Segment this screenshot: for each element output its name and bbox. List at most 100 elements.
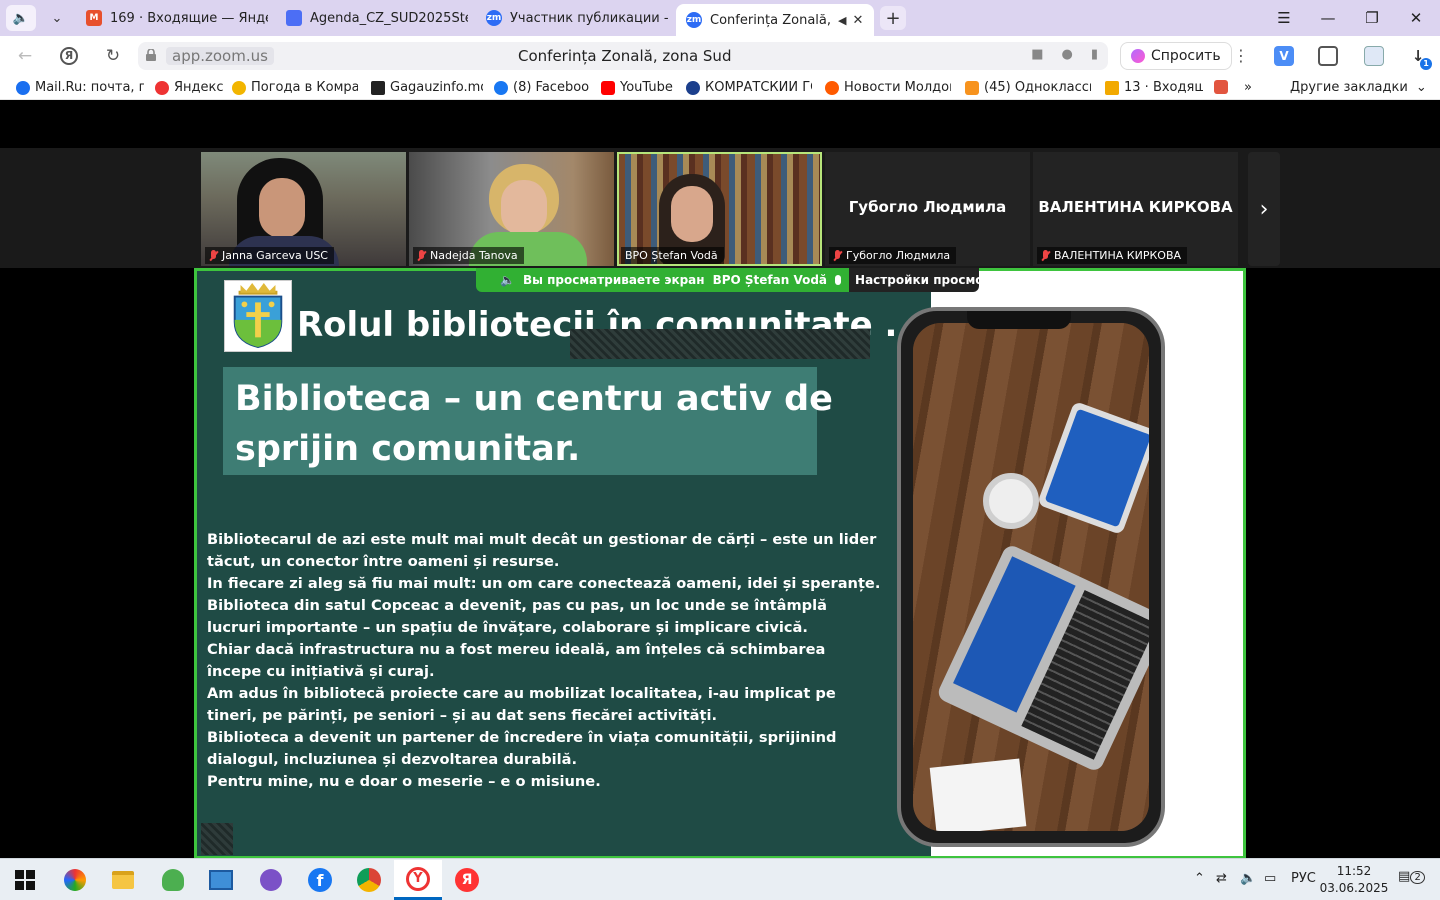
body-line: In fiecare zi aleg să fiu mai mult: un o… (207, 575, 881, 592)
zoom-icon: zm (486, 10, 502, 26)
volume-icon[interactable]: 🔈 (1240, 871, 1256, 886)
viber-app[interactable] (256, 865, 286, 895)
bookmark-gagauzinfo[interactable]: Gagauzinfo.md (371, 80, 483, 95)
bookmark-inbox[interactable]: 13 · Входящие (1105, 80, 1203, 95)
extension-v-icon[interactable]: V (1274, 46, 1294, 66)
participant-name: Губогло Людмила (846, 249, 951, 262)
participant-tile[interactable]: Nadejda Tanova (409, 152, 614, 266)
windows-start-icon (15, 870, 35, 890)
participant-name: ВАЛЕНТИНА КИРКОВА (1054, 249, 1182, 262)
ask-alice-button[interactable]: Спросить (1120, 42, 1232, 70)
participant-tile[interactable]: ВАЛЕНТИНА КИРКОВА ВАЛЕНТИНА КИРКОВА (1033, 152, 1238, 266)
close-icon: ✕ (1409, 9, 1423, 27)
new-tab-button[interactable]: + (880, 6, 906, 30)
body-line: tăcut, un conector între oameni și resur… (207, 553, 560, 570)
url-icons: ■ ● ▮ (1031, 47, 1098, 62)
bookmark-yandex[interactable]: Яндекс (155, 80, 225, 95)
slide-subtitle-box: Biblioteca – un centru activ de sprijin … (223, 367, 833, 475)
bookmark-label: (8) Facebook (513, 80, 590, 95)
bookmark-news-moldova[interactable]: Новости Молдовы (825, 80, 951, 95)
mic-icon (835, 275, 842, 285)
browser-tab-1[interactable]: M 169 · Входящие — Яндекс (76, 4, 268, 32)
yandex-browser-app[interactable]: Y (394, 860, 442, 900)
restore-button[interactable]: ❐ (1354, 6, 1390, 30)
presenter-name: BPO Ștefan Vodă (712, 273, 828, 287)
bookmark-weather[interactable]: Погода в Комрате (232, 80, 358, 95)
tabs-dropdown-button[interactable]: ⌄ (42, 5, 72, 31)
app-icon (1214, 80, 1228, 94)
more-menu-icon[interactable]: ⋮ (1233, 46, 1249, 65)
yandex-home-button[interactable]: Я (56, 44, 82, 68)
participant-name-tag: Nadejda Tanova (413, 247, 524, 264)
other-bookmarks-button[interactable]: Другие закладки ⌄ (1290, 80, 1427, 95)
chrome-app[interactable] (354, 865, 384, 895)
camera-icon[interactable]: ■ (1031, 47, 1043, 62)
graduation-cap-icon (686, 80, 700, 95)
bookmark-mailru[interactable]: Mail.Ru: почта, по (16, 80, 144, 95)
coffee-cup-image (983, 473, 1039, 529)
bookmark-label: Погода в Комрате (251, 80, 358, 95)
extension-v-label: V (1279, 49, 1289, 63)
bookmark-label: Gagauzinfo.md (390, 80, 483, 95)
bookmark-facebook[interactable]: (8) Facebook (494, 80, 590, 95)
share-viewing-text: Вы просматриваете экран (522, 273, 705, 287)
paint-app[interactable] (60, 865, 90, 895)
collections-icon[interactable] (1318, 46, 1338, 66)
reload-icon: ↻ (105, 46, 121, 66)
tab-menu-button[interactable]: ☰ (1266, 6, 1302, 30)
bookmark-komrat[interactable]: КОМРАТСКИЙ ГС (686, 80, 812, 95)
slide-body-text: Bibliotecarul de azi este mult mai mult … (207, 529, 907, 793)
next-participants-button[interactable]: › (1248, 152, 1280, 266)
zoom-icon: zm (686, 12, 702, 28)
close-window-button[interactable]: ✕ (1398, 6, 1434, 30)
url-field[interactable]: app.zoom.us Conferința Zonală, zona Sud … (138, 42, 1108, 70)
close-tab-icon[interactable]: ✕ (852, 13, 863, 28)
chevron-right-icon: › (1259, 196, 1269, 222)
participant-name-tag: ВАЛЕНТИНА КИРКОВА (1037, 247, 1188, 264)
participant-tile[interactable]: Janna Garceva USC (201, 152, 406, 266)
browser-tab-3[interactable]: zm Участник публикации - Zo (476, 4, 668, 32)
reload-button[interactable]: ↻ (100, 44, 126, 68)
view-settings-label: Настройки просмотра (855, 273, 979, 287)
yandex-app[interactable]: Я (452, 865, 482, 895)
downloads-badge: 1 (1420, 58, 1432, 70)
browser-tab-2[interactable]: Agenda_CZ_SUD2025Stef (276, 4, 468, 32)
slide-content: Rolul bibliotecii în comunitate . Biblio… (197, 271, 931, 856)
chevron-up-icon: ⌃ (1194, 871, 1205, 886)
body-line: Am adus în bibliotecă proiecte care au m… (207, 685, 836, 702)
chevron-down-icon: ⌄ (1415, 80, 1427, 95)
participant-tile[interactable]: Губогло Людмила Губогло Людмила (825, 152, 1030, 266)
language-indicator[interactable]: РУС (1291, 871, 1316, 886)
bookmark-label: Новости Молдовы (844, 80, 951, 95)
ethernet-icon[interactable]: ▭ (1264, 871, 1276, 886)
show-hidden-icons[interactable]: ⌃ (1194, 871, 1205, 886)
downloads-icon[interactable]: ↓ 1 (1408, 46, 1432, 70)
facebook-app[interactable]: f (305, 865, 335, 895)
control-panel-app[interactable] (206, 865, 236, 895)
tab-audio-toggle[interactable]: 🔈 (6, 5, 36, 31)
bookmark-icon[interactable]: ▮ (1091, 47, 1098, 62)
minimize-button[interactable]: — (1310, 6, 1346, 30)
bookmarks-more-button[interactable]: » (1244, 80, 1252, 95)
browser-tab-active[interactable]: zm Conferința Zonală, zo ◀ ✕ (676, 4, 874, 36)
mic-muted-icon (833, 249, 842, 262)
weather-icon (232, 80, 246, 95)
translate-icon[interactable] (1364, 46, 1384, 66)
back-button[interactable]: ← (12, 44, 38, 68)
green-app[interactable] (158, 865, 188, 895)
notifications-button[interactable]: ▤ 2 (1398, 869, 1425, 884)
clock[interactable]: 11:52 03.06.2025 (1318, 863, 1390, 897)
file-explorer-app[interactable] (108, 865, 138, 895)
gagauzinfo-icon (371, 80, 385, 95)
bookmark-odnoklassniki[interactable]: (45) Одноклассни (965, 80, 1091, 95)
yandex-icon (155, 80, 169, 95)
bookmark-youtube[interactable]: YouTube (601, 80, 677, 95)
participant-tile-active-speaker[interactable]: BPO Ștefan Vodă (617, 152, 822, 266)
youtube-icon (601, 80, 615, 95)
bookmark-app[interactable] (1214, 80, 1234, 94)
network-sync-icon[interactable]: ⇄ (1216, 871, 1227, 886)
microphone-icon[interactable]: ● (1062, 47, 1073, 62)
start-button[interactable] (10, 865, 40, 895)
view-settings-button[interactable]: Настройки просмотра (849, 268, 980, 292)
speaker-icon[interactable]: ◀ (838, 14, 846, 27)
